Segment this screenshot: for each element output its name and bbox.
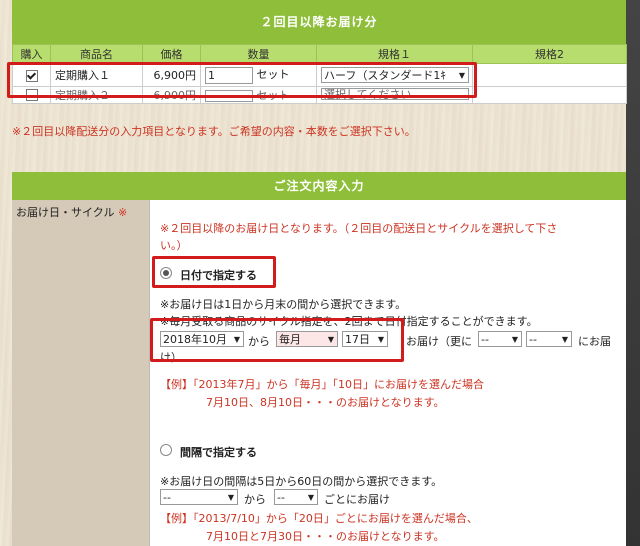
highlight-row-box [7, 62, 477, 98]
extra-cycle-select[interactable]: -- ▼ [478, 331, 522, 347]
col-purchase: 購入 [12, 44, 51, 64]
interval-days-value: -- [277, 491, 285, 504]
col-quantity: 数量 [200, 44, 317, 64]
section-header: ご注文内容入力 [12, 172, 626, 200]
interval-example1: 【例】「2013/7/10」から「20日」ごとにお届けを選んだ場合、 [160, 512, 478, 525]
subsequent-note: ※２回目以降配送分の入力項目となります。ご希望の内容・本数をご選択下さい。 [12, 125, 416, 138]
date-example2: 7月10日、8月10日・・・のお届けとなります。 [206, 396, 445, 409]
date-note1: ※お届け日は1日から月末の間から選択できます。 [160, 298, 407, 311]
delivery-cycle-input-cell: ※２回目以降のお届け日となります。（２回目の配送日とサイクルを選択して下さ い。… [150, 200, 626, 546]
scrollbar[interactable] [626, 0, 640, 546]
interval-note: ※お届け日の間隔は5日から60日の間から選択できます。 [160, 475, 443, 488]
col-product-name: 商品名 [50, 44, 143, 64]
interval-option-radio[interactable] [160, 444, 172, 456]
col-spec1: 規格１ [316, 44, 473, 64]
deliver-end-text: にお届 [578, 335, 611, 348]
delivery-cycle-label-cell: お届け日・サイクル ※ [12, 200, 150, 546]
col-spec2: 規格2 [472, 44, 627, 64]
date-example1: 【例】「2013年7月」から「毎月」「10日」にお届けを選んだ場合 [160, 378, 484, 391]
interval-start-select[interactable]: -- ▼ [160, 489, 238, 505]
extra-cycle-value: -- [481, 333, 489, 346]
highlight-date-selects-box [150, 318, 404, 362]
extra-day-value: -- [529, 333, 537, 346]
dropdown-arrow-icon: ▼ [561, 335, 568, 344]
intro-text: ※２回目以降のお届け日となります。（２回目の配送日とサイクルを選択して下さ [160, 222, 558, 235]
spec2-cell [472, 63, 627, 87]
section-header: ２回目以降お届け分 [12, 0, 626, 44]
required-mark: ※ [117, 206, 128, 219]
interval-days-select[interactable]: -- ▼ [274, 489, 318, 505]
dropdown-arrow-icon: ▼ [227, 493, 234, 502]
col-price: 価格 [142, 44, 201, 64]
extra-day-select[interactable]: -- ▼ [526, 331, 572, 347]
interval-example2: 7月10日と7月30日・・・のお届けとなります。 [206, 530, 445, 543]
intro-text-cont: い。） [160, 239, 188, 252]
deliver-text: お届け（更に [406, 335, 472, 348]
dropdown-arrow-icon: ▼ [511, 335, 518, 344]
spec2-cell [472, 86, 627, 104]
dropdown-arrow-icon: ▼ [307, 493, 314, 502]
interval-from-text: から [244, 493, 266, 506]
delivery-cycle-label: お届け日・サイクル [16, 206, 115, 219]
table-header-row: 購入 商品名 価格 数量 規格１ 規格2 [12, 44, 627, 64]
interval-start-value: -- [163, 491, 171, 504]
interval-option-label[interactable]: 間隔で指定する [180, 444, 257, 460]
highlight-date-option-box [152, 256, 276, 288]
interval-after-text: ごとにお届け [324, 493, 390, 506]
